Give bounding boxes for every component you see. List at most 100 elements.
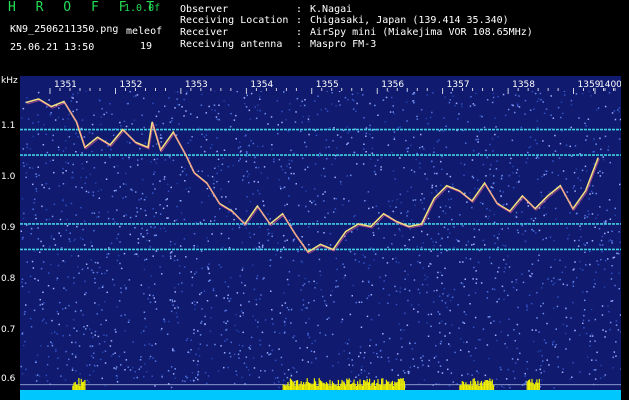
noise-speck <box>496 386 498 389</box>
noise-speck <box>83 244 86 246</box>
noise-speck <box>495 378 498 380</box>
noise-speck <box>441 320 443 322</box>
noise-speck <box>562 112 564 115</box>
noise-speck <box>414 199 417 201</box>
y-unit-label: kHz <box>1 76 18 86</box>
noise-speck <box>354 214 356 217</box>
noise-speck <box>69 232 71 234</box>
noise-speck <box>188 157 190 159</box>
noise-speck <box>283 332 286 334</box>
burst-bar <box>371 383 373 390</box>
burst-bar <box>367 382 369 390</box>
burst-bar <box>375 385 377 390</box>
noise-speck <box>579 225 581 227</box>
noise-speck <box>485 149 487 152</box>
noise-speck <box>451 218 453 221</box>
noise-speck <box>229 355 232 358</box>
noise-speck <box>24 311 26 313</box>
noise-speck <box>332 211 335 213</box>
noise-speck <box>254 106 256 108</box>
noise-speck <box>302 157 304 159</box>
noise-speck <box>256 145 259 148</box>
burst-bar <box>465 382 467 390</box>
noise-speck <box>344 342 347 344</box>
noise-speck <box>307 361 309 363</box>
noise-speck <box>123 351 126 353</box>
noise-speck <box>405 139 407 142</box>
noise-speck <box>317 324 319 327</box>
noise-speck <box>173 220 176 222</box>
noise-speck <box>435 189 438 192</box>
noise-speck <box>508 318 510 320</box>
noise-speck <box>438 216 440 218</box>
noise-speck <box>206 237 208 239</box>
noise-speck <box>38 174 40 177</box>
noise-speck <box>331 333 334 336</box>
noise-speck <box>436 255 439 257</box>
noise-speck <box>304 168 306 171</box>
noise-speck <box>562 323 565 326</box>
noise-speck <box>595 192 597 195</box>
noise-speck <box>140 233 142 235</box>
noise-speck <box>430 192 433 194</box>
noise-speck <box>59 301 61 304</box>
noise-speck <box>440 238 442 240</box>
noise-speck <box>136 94 139 96</box>
noise-speck <box>148 358 151 360</box>
noise-speck <box>271 369 274 372</box>
noise-speck <box>194 308 196 310</box>
noise-speck <box>246 94 248 97</box>
noise-speck <box>543 339 546 341</box>
noise-speck <box>347 357 349 360</box>
noise-speck <box>607 258 609 260</box>
noise-speck <box>333 301 335 303</box>
noise-speck <box>255 298 257 301</box>
noise-speck <box>437 361 440 363</box>
noise-speck <box>260 370 262 372</box>
noise-speck <box>283 246 285 249</box>
burst-bar <box>467 384 469 390</box>
noise-speck <box>264 319 267 321</box>
noise-speck <box>482 328 485 330</box>
noise-speck <box>249 236 251 238</box>
noise-speck <box>256 109 259 111</box>
noise-speck <box>197 374 199 376</box>
noise-speck <box>159 180 161 182</box>
noise-speck <box>478 130 481 133</box>
noise-speck <box>60 247 63 249</box>
noise-speck <box>147 298 149 300</box>
noise-speck <box>349 380 352 382</box>
noise-speck <box>238 344 240 346</box>
noise-speck <box>237 353 240 356</box>
noise-speck <box>412 236 415 238</box>
noise-speck <box>416 152 418 155</box>
noise-speck <box>467 240 470 243</box>
noise-speck <box>329 232 332 235</box>
noise-speck <box>23 212 25 215</box>
noise-speck <box>42 144 45 146</box>
noise-speck <box>225 309 228 312</box>
noise-speck <box>591 359 593 361</box>
noise-speck <box>59 218 62 221</box>
noise-speck <box>85 176 88 179</box>
noise-speck <box>466 341 468 343</box>
noise-speck <box>427 365 430 367</box>
noise-speck <box>100 189 102 191</box>
noise-speck <box>274 359 277 362</box>
noise-speck <box>42 318 45 321</box>
noise-speck <box>151 344 153 347</box>
noise-speck <box>573 239 576 242</box>
noise-speck <box>94 334 96 336</box>
noise-speck <box>94 282 96 284</box>
noise-speck <box>325 139 328 141</box>
noise-speck <box>167 370 170 372</box>
noise-speck <box>57 313 60 315</box>
noise-speck <box>433 244 435 247</box>
noise-speck <box>122 183 125 185</box>
noise-speck <box>115 368 117 370</box>
noise-speck <box>191 284 193 286</box>
noise-speck <box>608 310 610 313</box>
noise-speck <box>76 225 78 228</box>
noise-speck <box>289 166 292 169</box>
noise-speck <box>45 374 48 377</box>
